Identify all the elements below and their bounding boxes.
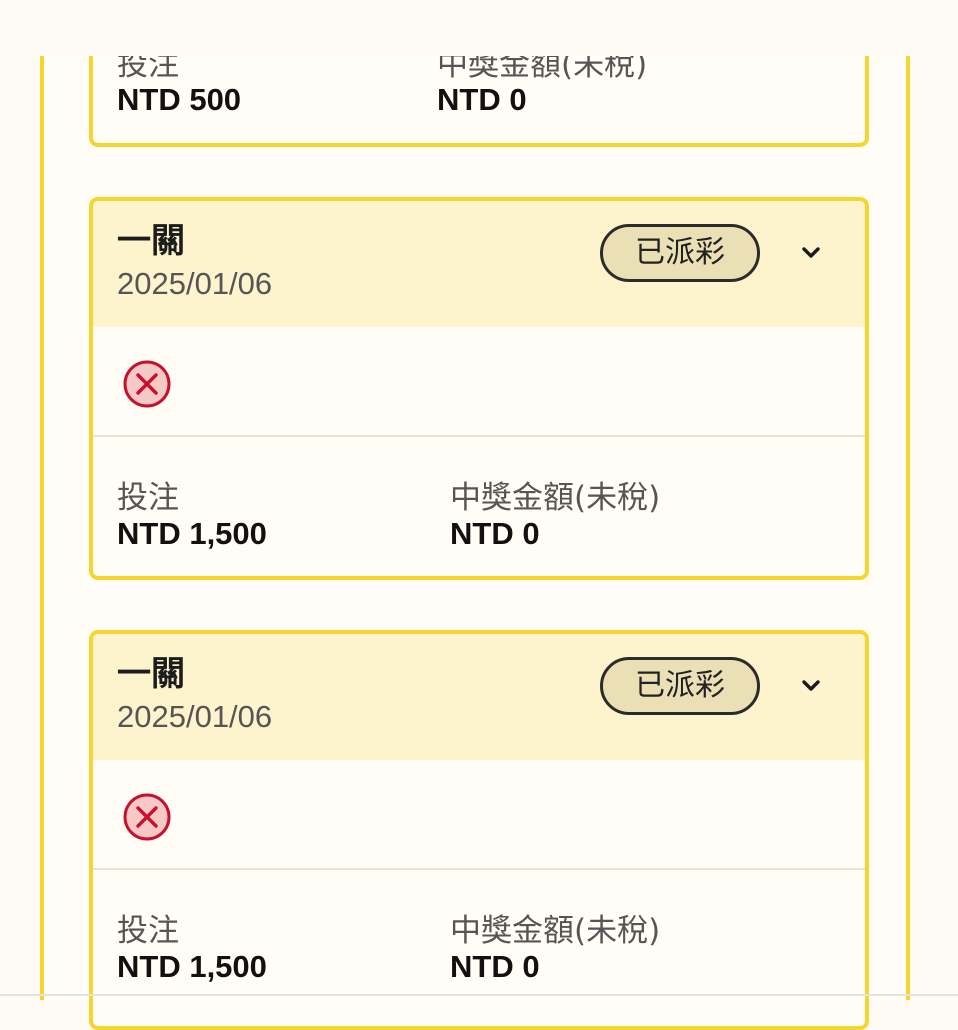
status-badge: 已派彩 xyxy=(600,224,760,282)
bet-date: 2025/01/06 xyxy=(117,266,273,301)
amount-row: 投注 NTD 1,500 中獎金額(未稅) NTD 0 xyxy=(93,870,865,1012)
close-circle-icon xyxy=(123,793,171,841)
prize-label: 中獎金額(未稅) xyxy=(450,913,661,949)
bet-date: 2025/01/06 xyxy=(117,699,273,734)
bet-label: 投注 xyxy=(117,480,179,516)
prize-amount: NTD 0 xyxy=(450,516,540,551)
bet-card-header[interactable]: 一關 2025/01/06 已派彩 xyxy=(93,201,865,327)
bet-card: 一關 2025/01/06 已派彩 投注 NTD 1,500 中獎金額(未稅) … xyxy=(89,197,869,580)
close-circle-icon xyxy=(123,360,171,408)
bet-card-header[interactable]: 一關 2025/01/06 已派彩 xyxy=(93,634,865,760)
chevron-down-icon[interactable] xyxy=(799,674,823,698)
prize-amount: NTD 0 xyxy=(437,82,527,117)
bet-type-title: 一關 xyxy=(117,654,185,694)
bet-amount: NTD 1,500 xyxy=(117,949,267,984)
bet-card: 一關 2025/01/06 已派彩 投注 NTD 1,500 中獎金額(未稅) … xyxy=(89,630,869,1030)
prize-label: 中獎金額(未稅) xyxy=(450,480,661,516)
prize-amount: NTD 0 xyxy=(450,949,540,984)
bet-type-title: 一關 xyxy=(117,221,185,261)
top-bar xyxy=(0,0,958,56)
bottom-divider xyxy=(0,994,958,996)
bet-label: 投注 xyxy=(117,913,179,949)
amount-row: 投注 NTD 1,500 中獎金額(未稅) NTD 0 xyxy=(93,437,865,576)
result-row xyxy=(93,327,865,437)
result-row xyxy=(93,760,865,870)
status-badge: 已派彩 xyxy=(600,657,760,715)
bet-amount: NTD 1,500 xyxy=(117,516,267,551)
bet-amount: NTD 500 xyxy=(117,82,242,117)
chevron-down-icon[interactable] xyxy=(799,241,823,265)
